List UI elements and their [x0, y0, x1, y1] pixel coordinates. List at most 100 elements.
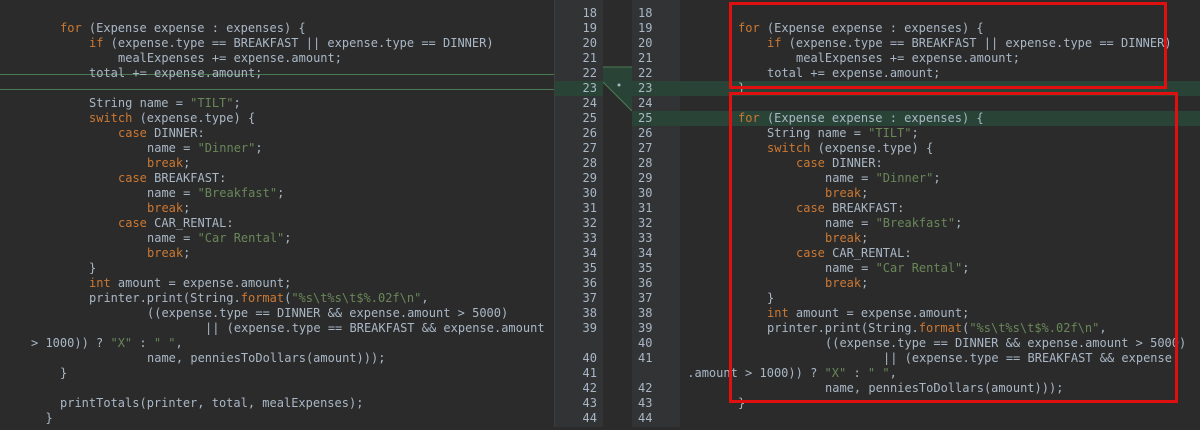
line-number: 40 [638, 336, 653, 350]
line-number: 20 [582, 36, 597, 50]
diff-marker-line-top [0, 73, 555, 75]
code-line[interactable]: break; [147, 201, 190, 216]
code-line[interactable]: name = "Breakfast"; [147, 186, 284, 201]
string-token: "%s\t%s\t$%.02f\n" [291, 291, 422, 305]
code-line[interactable]: total += expense.amount; [89, 66, 262, 81]
line-number: 43 [638, 396, 653, 410]
string-token: "Dinner" [197, 141, 256, 155]
line-number: 30 [582, 186, 597, 200]
line-number: 36 [638, 276, 653, 290]
keyword-token: case [118, 216, 147, 230]
line-number: 44 [582, 411, 597, 425]
code-line[interactable]: switch (expense.type) { [89, 111, 255, 126]
string-token: "Car Rental" [197, 231, 285, 245]
code-token: name = [147, 186, 198, 200]
string-token: "Breakfast" [197, 186, 278, 200]
code-token: ; [284, 231, 292, 245]
line-number: 38 [582, 306, 597, 320]
code-token: || (expense.type == BREAKFAST && expense… [205, 321, 545, 335]
code-token: String name = [89, 96, 191, 110]
code-line[interactable]: name, penniesToDollars(amount))); [147, 351, 385, 366]
code-line[interactable]: int amount = expense.amount; [89, 276, 291, 291]
line-number: 44 [638, 411, 653, 425]
code-token: total += expense.amount; [89, 66, 263, 80]
code-token: ; [233, 96, 241, 110]
code-line[interactable]: case CAR_RENTAL: [118, 216, 234, 231]
keyword-token: break [147, 246, 184, 260]
line-number: 29 [638, 171, 653, 185]
code-token: (expense.type) { [132, 111, 256, 125]
line-number: 33 [638, 231, 653, 245]
keyword-token: if [89, 36, 104, 50]
code-token: name, penniesToDollars(amount))); [147, 351, 386, 365]
diff-connector-gutter [602, 0, 633, 427]
line-number: 20 [638, 36, 653, 50]
code-token: CAR_RENTAL: [146, 216, 234, 230]
keyword-token: format [240, 291, 285, 305]
code-token: DINNER: [146, 126, 205, 140]
line-number: 37 [638, 291, 653, 305]
code-line[interactable]: } [46, 411, 53, 426]
code-line[interactable]: name = "Car Rental"; [147, 231, 292, 246]
code-line[interactable]: if (expense.type == BREAKFAST || expense… [89, 36, 494, 51]
line-number: 29 [582, 171, 597, 185]
right-line-number-gutter: 18 19 20 21 22 23 24 25 26 27 28 29 30 31 32 33 34 35 36 37… [632, 0, 680, 427]
line-number: 23 [582, 81, 597, 95]
code-line[interactable]: name = "Dinner"; [147, 141, 263, 156]
line-number: 27 [638, 141, 653, 155]
line-number: 35 [582, 261, 597, 275]
line-number: 27 [582, 141, 597, 155]
code-token: ; [255, 141, 263, 155]
line-number: 19 [638, 21, 653, 35]
keyword-token: break [147, 201, 184, 215]
line-number: 32 [638, 216, 653, 230]
code-line[interactable]: } [60, 366, 67, 381]
line-number: 43 [582, 396, 597, 410]
keyword-token: case [118, 126, 147, 140]
line-number: 22 [638, 66, 653, 80]
line-number: 36 [582, 276, 597, 290]
code-line[interactable]: break; [147, 156, 190, 171]
string-token: " " [153, 336, 176, 350]
code-line[interactable]: } [89, 261, 96, 276]
line-number: 39 [638, 321, 653, 335]
keyword-token: case [118, 171, 147, 185]
code-token: name = [147, 231, 198, 245]
line-number: 33 [582, 231, 597, 245]
code-line[interactable]: String name = "TILT"; [89, 96, 241, 111]
code-token: : [132, 336, 154, 350]
code-token: (Expense expense : expenses) { [81, 21, 306, 35]
code-token: ; [277, 186, 285, 200]
line-number: 40 [582, 351, 597, 365]
line-number: 30 [638, 186, 653, 200]
code-line[interactable]: mealExpenses += expense.amount; [118, 51, 342, 66]
code-line[interactable]: ((expense.type == DINNER && expense.amou… [147, 306, 508, 321]
code-token: ; [183, 246, 191, 260]
line-number: 41 [582, 366, 597, 380]
code-token: BREAKFAST: [146, 171, 227, 185]
code-line[interactable]: printTotals(printer, total, mealExpenses… [60, 396, 363, 411]
left-line-number-gutter: 18 19 20 21 22 23 24 25 26 27 28 29 30 31 32 33 34 35 36 37… [555, 0, 603, 427]
line-number: 18 [638, 6, 653, 20]
code-line[interactable]: printer.print(String.format("%s\t%s\t$%.… [89, 291, 429, 306]
line-number: 21 [638, 51, 653, 65]
code-token: ((expense.type == DINNER && expense.amou… [147, 306, 509, 320]
line-number: 41 [638, 351, 653, 365]
line-number: 24 [638, 96, 653, 110]
code-token: ; [183, 156, 191, 170]
keyword-token: switch [89, 111, 133, 125]
line-number: 19 [582, 21, 597, 35]
code-line[interactable]: case DINNER: [118, 126, 205, 141]
code-line[interactable]: case BREAKFAST: [118, 171, 226, 186]
line-number: 18 [582, 6, 597, 20]
left-editor-pane[interactable]: for (Expense expense : expenses) {if (ex… [0, 0, 555, 427]
code-line[interactable]: for (Expense expense : expenses) { [60, 21, 306, 36]
line-number: 31 [582, 201, 597, 215]
line-number: 39 [582, 321, 597, 335]
diff-connector-svg [602, 66, 633, 112]
code-line[interactable]: break; [147, 246, 190, 261]
line-number: 38 [638, 306, 653, 320]
code-line[interactable]: > 1000)) ? "X" : " ", [31, 336, 183, 351]
code-token: amount = expense.amount; [110, 276, 292, 290]
code-line[interactable]: || (expense.type == BREAKFAST && expense… [205, 321, 545, 336]
